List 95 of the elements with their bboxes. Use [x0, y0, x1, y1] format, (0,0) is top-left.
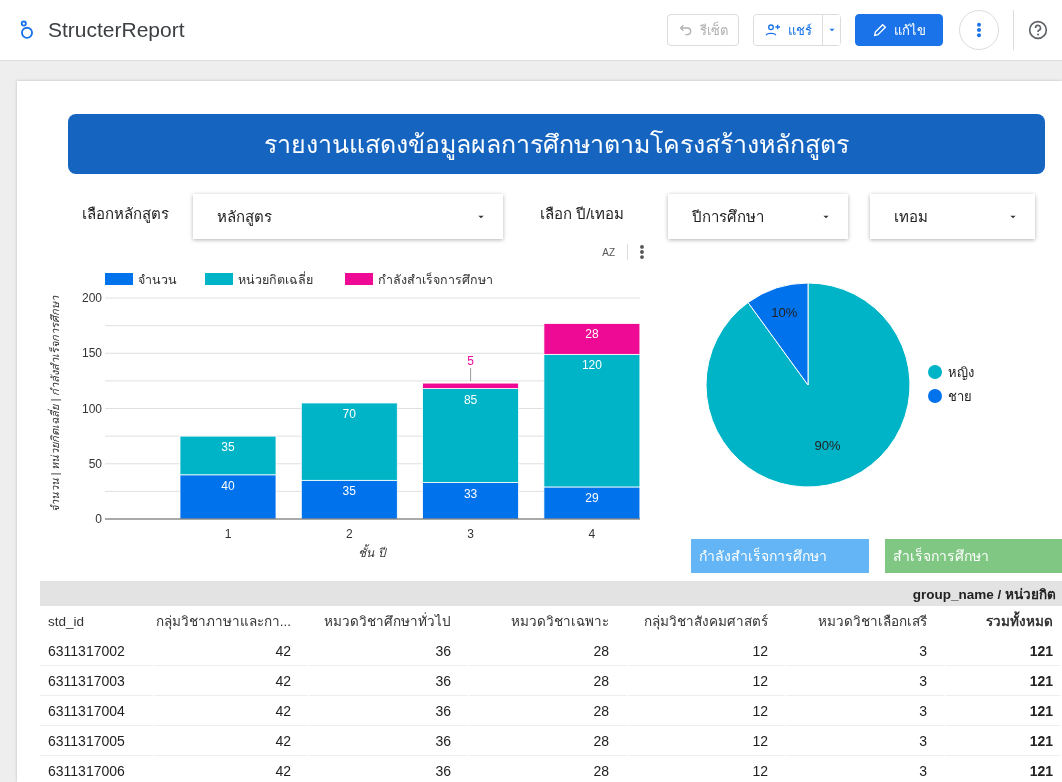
table-cell: 28: [470, 636, 628, 666]
filter-label: เลือกหลักสูตร: [82, 204, 170, 225]
table-cell: 6311317004: [40, 696, 155, 726]
axis-tick-label: 2: [345, 527, 353, 541]
axis-tick-label: 100: [81, 401, 102, 416]
dropdown-caret-button[interactable]: [822, 15, 840, 45]
person-add-icon: [764, 22, 782, 38]
axis-tick-label: 1: [224, 527, 232, 541]
table-cell: 36: [310, 696, 470, 726]
table-cell: 121: [946, 696, 1062, 726]
table-cell: 12: [628, 636, 787, 666]
table-cell: 42: [155, 666, 310, 696]
axis-tick-label: 3: [467, 527, 474, 541]
help-icon: [1028, 20, 1048, 40]
column-header: หมวดวิชาเฉพาะ: [470, 606, 628, 636]
table-cell: 42: [155, 726, 310, 756]
data-label: 5: [467, 354, 474, 382]
table-cell: 121: [946, 726, 1062, 756]
undo-icon: [678, 22, 694, 38]
table-cell: 6311317002: [40, 636, 155, 666]
table-cell: 3: [787, 666, 946, 696]
table-cell: 6311317005: [40, 726, 155, 756]
axis-tick-label: 50: [88, 456, 102, 471]
legend-dot: [928, 389, 942, 403]
pencil-icon: [872, 22, 888, 38]
axis-tick-label: 0: [95, 512, 102, 526]
data-label: 5: [467, 354, 475, 369]
data-label: 10%: [771, 305, 798, 321]
legend-label: หญิง: [948, 365, 974, 380]
table-cell: 36: [310, 636, 470, 666]
axis-tick-label: 150: [81, 346, 102, 361]
table-cell: 28: [470, 756, 628, 782]
table-cell: 3: [787, 696, 946, 726]
table-cell: 36: [310, 726, 470, 756]
more-vert-icon: [640, 245, 644, 259]
filter-label: เลือก ปี/เทอม: [540, 204, 626, 224]
table-cell: 36: [310, 756, 470, 782]
legend-label: หน่วยกิตเฉลี่ย: [238, 273, 313, 287]
legend-swatch: [105, 273, 133, 285]
edit-button[interactable]: แก้ไข: [855, 14, 943, 46]
column-header: หมวดวิชาศึกษาทั่วไป: [310, 606, 470, 636]
data-label: 120: [581, 358, 602, 373]
data-label: 33: [463, 486, 478, 501]
column-header: รวมทั้งหมด: [946, 606, 1062, 636]
dropdown[interactable]: ปีการศึกษา: [668, 194, 848, 239]
legend-label: กำลังสำเร็จการศึกษา: [378, 273, 493, 287]
table-cell: 6311317006: [40, 756, 155, 782]
table-cell: 12: [628, 696, 787, 726]
data-label: 90%: [814, 438, 841, 454]
dropdown[interactable]: หลักสูตร: [193, 194, 503, 239]
help-button[interactable]: [1028, 20, 1048, 40]
data-label: 85: [463, 392, 478, 407]
app-title: StructerReport: [48, 18, 185, 42]
more-button[interactable]: [959, 10, 999, 50]
data-label: 35: [221, 440, 235, 455]
report-title: รายงานแสดงข้อมูลผลการศึกษาตามโครงสร้างหลักสูตร: [68, 114, 1045, 174]
table-cell: 12: [628, 756, 787, 782]
table-cell: 28: [470, 696, 628, 726]
sort-icon[interactable]: AZ: [602, 246, 615, 258]
data-label: 29: [585, 490, 599, 505]
group-header: group_name / หน่วยกิต: [40, 581, 1062, 606]
table-cell: 121: [946, 666, 1062, 696]
data-label: 35: [342, 484, 356, 499]
legend-swatch: [205, 273, 233, 285]
data-label: 28: [585, 327, 599, 342]
data-label: 70: [342, 407, 356, 421]
table-cell: 28: [470, 666, 628, 696]
legend-swatch: [345, 273, 373, 285]
table-cell: 3: [787, 756, 946, 782]
more-vert-icon: [977, 22, 981, 38]
column-header: กลุ่มวิชาสังคมศาสตร์: [628, 606, 787, 636]
table-cell: 121: [946, 636, 1062, 666]
table-cell: 36: [310, 666, 470, 696]
legend-label: จำนวน: [138, 273, 177, 287]
legend-dot: [928, 365, 942, 379]
table-cell: 42: [155, 756, 310, 782]
axis-title: ชั้น ปี: [358, 546, 386, 560]
axis-tick-label: 4: [588, 527, 596, 541]
data-label: 40: [221, 478, 235, 493]
axis-title: จำนวน | หน่วยกิตเฉลี่ย | กำลังสำเร็จการศึกษา: [48, 294, 61, 515]
table-cell: 42: [155, 636, 310, 666]
legend-label: ชาย: [948, 389, 972, 404]
table-cell: 6311317003: [40, 666, 155, 696]
axis-tick-label: 200: [81, 291, 102, 305]
column-header: หมวดวิชาเลือกเสรี: [787, 606, 946, 636]
dropdown[interactable]: เทอม: [870, 194, 1035, 239]
table-cell: 3: [787, 726, 946, 756]
table-cell: 12: [628, 666, 787, 696]
table-cell: 28: [470, 726, 628, 756]
column-header: std_id: [40, 606, 155, 636]
table-cell: 121: [946, 756, 1062, 782]
column-header: กลุ่มวิชาภาษาและกา...: [155, 606, 310, 636]
table-cell: 42: [155, 696, 310, 726]
table-cell: 12: [628, 726, 787, 756]
table-cell: 3: [787, 636, 946, 666]
